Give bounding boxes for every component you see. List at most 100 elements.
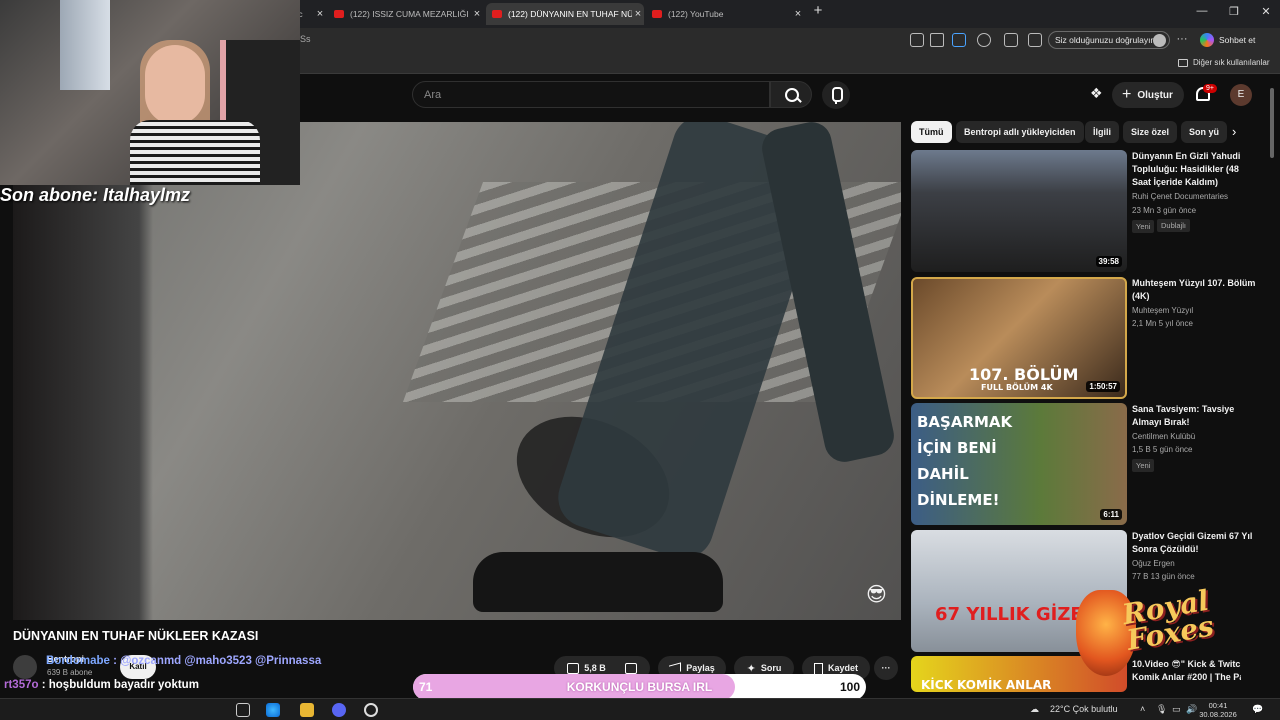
app-available-icon[interactable] bbox=[910, 33, 924, 47]
read-aloud-icon[interactable] bbox=[952, 33, 966, 47]
other-favorites-label: Diğer sık kullanılanlar bbox=[1193, 58, 1270, 67]
youtube-favicon-icon bbox=[334, 10, 344, 18]
weather-text[interactable]: 22°C Çok bulutlu bbox=[1050, 704, 1118, 714]
chip-all[interactable]: Tümü bbox=[911, 121, 952, 143]
system-clock[interactable]: 00:41 30.08.2026 bbox=[1196, 701, 1240, 719]
chip-recent[interactable]: Son yü bbox=[1181, 121, 1228, 143]
favorites-icon[interactable] bbox=[1028, 33, 1042, 47]
maximize-icon[interactable]: ❐ bbox=[1224, 5, 1244, 18]
chevron-up-icon[interactable]: ˄ bbox=[1140, 704, 1145, 714]
share-icon bbox=[669, 661, 682, 675]
streamer-shirt bbox=[130, 120, 260, 185]
search-input[interactable]: Ara bbox=[412, 81, 770, 108]
thumbnail-text: BAŞARMAK İÇİN BENİ DAHİL DİNLEME! bbox=[917, 413, 1013, 509]
cast-icon[interactable]: ❖ bbox=[1090, 85, 1103, 102]
url-text[interactable]: Ss bbox=[300, 34, 311, 44]
chip-related[interactable]: İlgili bbox=[1085, 121, 1119, 143]
close-icon[interactable]: × bbox=[632, 8, 644, 20]
related-channel[interactable]: Centilmen Kulübü bbox=[1132, 432, 1195, 441]
signin-button[interactable]: Siz olduğunuzu doğrulayın bbox=[1048, 31, 1170, 49]
browser-tab-active[interactable]: (122) DÜNYANIN EN TUHAF NÜKL × bbox=[486, 3, 644, 25]
thumbnail-subtext: FULL BÖLÜM 4K bbox=[981, 383, 1053, 392]
video-thumbnail[interactable]: BAŞARMAK İÇİN BENİ DAHİL DİNLEME! 6:11 bbox=[911, 403, 1127, 525]
related-video-title[interactable]: Dünyanın En Gizli Yahudi Topluluğu: Hasi… bbox=[1132, 150, 1257, 189]
webcam-overlay bbox=[0, 0, 300, 185]
subscriber-count: 639 B abone bbox=[47, 668, 93, 677]
related-video-title[interactable]: Dyatlov Geçidi Gizemi 67 Yıl Sonra Çözül… bbox=[1132, 530, 1257, 556]
clock-date: 30.08.2026 bbox=[1199, 710, 1237, 719]
youtube-favicon-icon bbox=[492, 10, 502, 18]
bookmark-icon bbox=[813, 662, 823, 674]
related-channel[interactable]: Ruhi Çenet Documentaries bbox=[1132, 192, 1228, 201]
weather-icon[interactable]: ☁ bbox=[1030, 704, 1039, 715]
video-title: DÜNYANIN EN TUHAF NÜKLEER KAZASI bbox=[13, 629, 259, 643]
favorite-star-icon[interactable] bbox=[930, 33, 944, 47]
network-icon[interactable]: ▭ bbox=[1172, 704, 1181, 715]
related-meta: 23 Mn 3 gün önce bbox=[1132, 206, 1197, 215]
chat-username: Bordomabe bbox=[46, 655, 110, 667]
chat-message: Bordomabe : @ozcanmd @maho3523 @Prinnass… bbox=[46, 655, 321, 667]
edge-browser-icon[interactable] bbox=[266, 703, 280, 717]
copilot-icon bbox=[1200, 33, 1214, 47]
browser-tab[interactable]: (122) YouTube × bbox=[646, 3, 804, 25]
close-icon[interactable]: × bbox=[471, 8, 483, 20]
account-avatar[interactable]: E bbox=[1230, 84, 1252, 106]
copilot-label: Sohbet et bbox=[1219, 35, 1256, 45]
obs-icon[interactable] bbox=[364, 703, 378, 717]
notification-badge: 9+ bbox=[1203, 84, 1217, 93]
new-badge: Yeni bbox=[1132, 220, 1155, 233]
voice-search-icon[interactable] bbox=[822, 81, 850, 109]
dubbed-badge: Dublajlı bbox=[1157, 219, 1191, 232]
goal-label: KORKUNÇLU BURSA IRL bbox=[566, 680, 713, 694]
close-icon[interactable]: × bbox=[792, 8, 804, 20]
clock-time: 00:41 bbox=[1208, 701, 1228, 710]
tab-title: (122) DÜNYANIN EN TUHAF NÜKL bbox=[508, 9, 632, 19]
file-explorer-icon[interactable] bbox=[300, 703, 314, 717]
refresh-icon[interactable] bbox=[977, 33, 991, 47]
sunglasses-emoji-icon: 😎 bbox=[866, 584, 887, 606]
related-filter-chips: Tümü Bentropi adlı yükleyiciden İlgili S… bbox=[911, 121, 1251, 143]
microphone-icon[interactable]: 🎙 bbox=[1156, 704, 1167, 715]
related-video-title[interactable]: Sana Tavsiyem: Tavsiye Almayı Bırak! bbox=[1132, 403, 1257, 429]
sparkle-icon: ✦ bbox=[746, 662, 756, 675]
new-tab-icon[interactable]: + bbox=[808, 2, 828, 19]
more-menu-icon[interactable]: ··· bbox=[1172, 33, 1192, 45]
sidebar-scrollbar[interactable] bbox=[1268, 78, 1276, 688]
related-video-title[interactable]: Muhteşem Yüzyıl 107. Bölüm (4K) bbox=[1132, 277, 1257, 303]
chat-text: : hoşbuldum bayadır yoktum bbox=[41, 679, 199, 691]
tab-title: (122) YouTube bbox=[668, 9, 724, 19]
scrollbar-thumb[interactable] bbox=[1270, 88, 1274, 158]
video-duration: 6:11 bbox=[1100, 509, 1122, 520]
chevron-right-icon[interactable]: › bbox=[1232, 124, 1236, 139]
browser-tab[interactable]: (122) ISSIZ CUMA MEZARLIĞI Ye × bbox=[328, 3, 483, 25]
close-icon[interactable]: × bbox=[314, 8, 326, 20]
extensions-icon[interactable] bbox=[1004, 33, 1018, 47]
task-view-icon[interactable] bbox=[236, 703, 250, 717]
related-video[interactable]: BAŞARMAK İÇİN BENİ DAHİL DİNLEME! 6:11 S… bbox=[911, 403, 1241, 525]
search-button[interactable] bbox=[770, 81, 812, 108]
copilot-button[interactable]: Sohbet et bbox=[1200, 33, 1255, 47]
like-icon[interactable] bbox=[567, 662, 580, 674]
chat-username: rt357o bbox=[4, 679, 39, 691]
more-actions-icon[interactable]: ··· bbox=[874, 656, 898, 680]
video-thumbnail[interactable]: 39:58 bbox=[911, 150, 1127, 272]
chip-from-uploader[interactable]: Bentropi adlı yükleyiciden bbox=[956, 121, 1084, 143]
chip-for-you[interactable]: Size özel bbox=[1123, 121, 1178, 143]
video-duration: 39:58 bbox=[1095, 256, 1122, 267]
related-video[interactable]: 107. BÖLÜM FULL BÖLÜM 4K 1:50:57 Muhteşe… bbox=[911, 277, 1255, 399]
minimize-icon[interactable]: — bbox=[1192, 5, 1212, 17]
share-label: Paylaş bbox=[686, 663, 715, 673]
video-thumbnail[interactable]: 107. BÖLÜM FULL BÖLÜM 4K 1:50:57 bbox=[911, 277, 1127, 399]
discord-icon[interactable] bbox=[332, 703, 346, 717]
video-duration: 1:50:57 bbox=[1086, 381, 1120, 392]
dislike-icon[interactable] bbox=[624, 662, 637, 674]
tab-title: (122) ISSIZ CUMA MEZARLIĞI Ye bbox=[350, 9, 471, 19]
channel-avatar[interactable] bbox=[13, 655, 37, 679]
other-favorites-button[interactable]: Diğer sık kullanılanlar bbox=[1178, 58, 1269, 67]
related-video[interactable]: 39:58 Dünyanın En Gizli Yahudi Topluluğu… bbox=[911, 150, 1241, 272]
create-button[interactable]: + Oluştur bbox=[1112, 82, 1184, 108]
close-window-icon[interactable]: ✕ bbox=[1256, 5, 1276, 18]
related-channel[interactable]: Oğuz Ergen bbox=[1132, 559, 1175, 568]
notification-center-icon[interactable]: 💬 bbox=[1252, 704, 1263, 715]
related-channel[interactable]: Muhteşem Yüzyıl bbox=[1132, 306, 1193, 315]
